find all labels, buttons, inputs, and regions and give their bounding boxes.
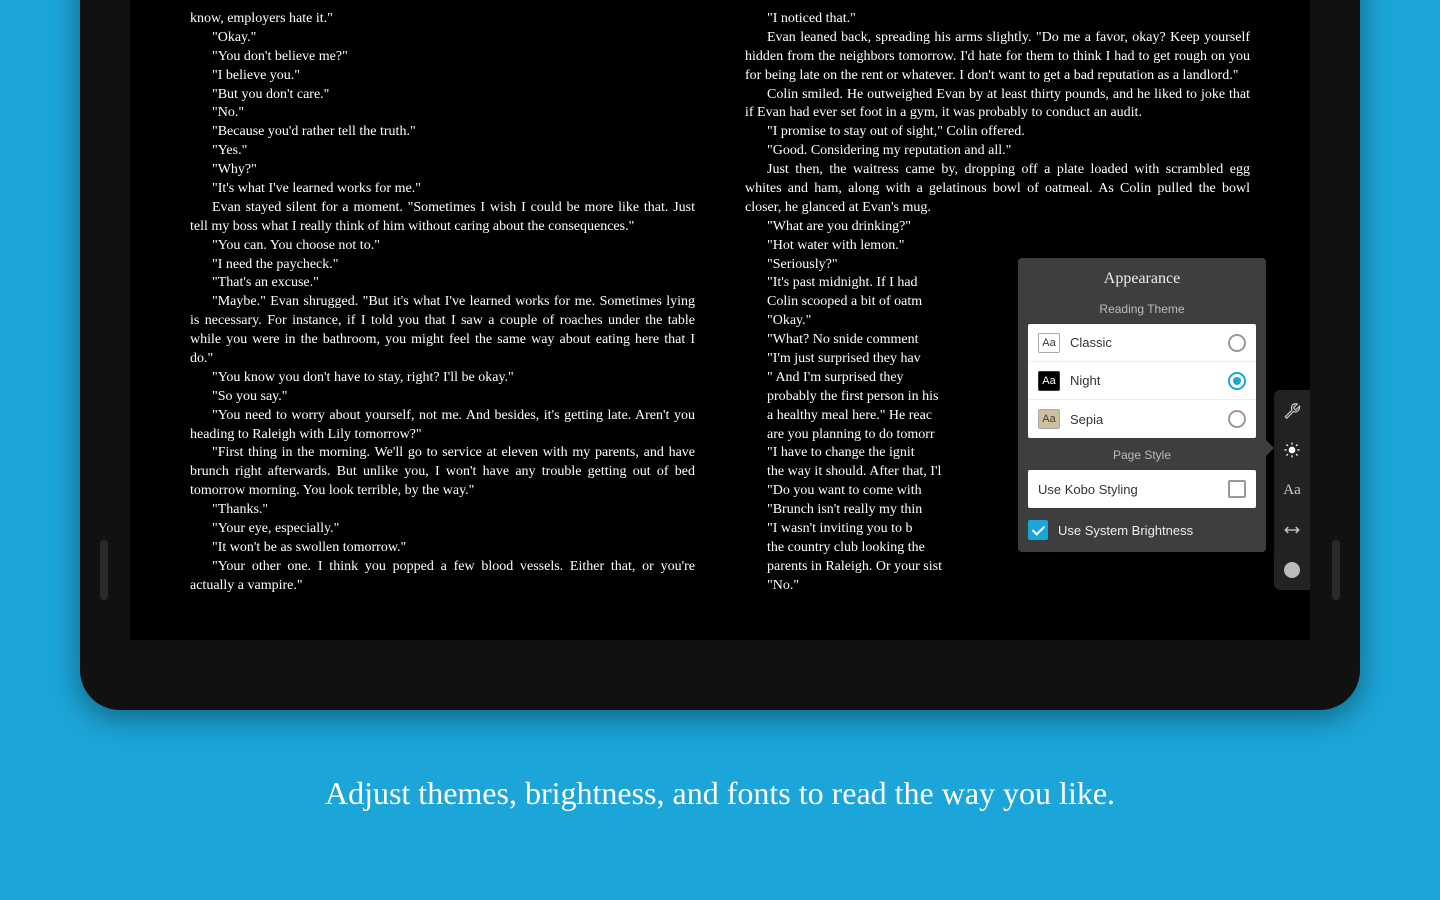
appearance-popover: Appearance Reading Theme Aa Classic Aa N… <box>1018 258 1266 552</box>
checkbox-icon <box>1228 480 1246 498</box>
circle-icon[interactable] <box>1282 560 1302 580</box>
theme-option-sepia[interactable]: Aa Sepia <box>1028 400 1256 438</box>
theme-label: Classic <box>1070 335 1228 350</box>
radio-icon <box>1228 410 1246 428</box>
checkbox-checked-icon <box>1028 520 1048 540</box>
paragraph: "Your other one. I think you popped a fe… <box>190 558 695 596</box>
paragraph: "Good. Considering my reputation and all… <box>745 142 1250 161</box>
theme-option-classic[interactable]: Aa Classic <box>1028 324 1256 362</box>
paragraph: "Yes." <box>190 142 695 161</box>
reading-theme-label: Reading Theme <box>1018 298 1266 324</box>
font-icon[interactable]: Aa <box>1282 480 1302 500</box>
paragraph: "Your eye, especially." <box>190 520 695 539</box>
toggle-label: Use System Brightness <box>1058 523 1193 538</box>
paragraph: "Okay." <box>190 29 695 48</box>
speaker-grille <box>1332 540 1340 600</box>
paragraph: "Thanks." <box>190 501 695 520</box>
paragraph: "But you don't care." <box>190 86 695 105</box>
paragraph: "That's an excuse." <box>190 274 695 293</box>
speaker-grille <box>100 540 108 600</box>
toggle-label: Use Kobo Styling <box>1038 482 1228 497</box>
paragraph: "I promise to stay out of sight," Colin … <box>745 123 1250 142</box>
promo-tagline: Adjust themes, brightness, and fonts to … <box>0 775 1440 812</box>
theme-option-night[interactable]: Aa Night <box>1028 362 1256 400</box>
paragraph: "Hot water with lemon." <box>745 237 1250 256</box>
settings-sidebar: Aa <box>1274 390 1310 590</box>
paragraph: Evan leaned back, spreading his arms sli… <box>745 29 1250 86</box>
theme-swatch-icon: Aa <box>1038 409 1060 429</box>
paragraph: "Because you'd rather tell the truth." <box>190 123 695 142</box>
paragraph: "You can. You choose not to." <box>190 237 695 256</box>
theme-label: Night <box>1070 373 1228 388</box>
theme-list: Aa Classic Aa Night Aa Sepia <box>1028 324 1256 438</box>
radio-icon <box>1228 334 1246 352</box>
reader-screen: See Me CHAPTER 1: Colin - 3 of 8 know, e… <box>130 0 1310 640</box>
paragraph: "No." <box>190 104 695 123</box>
paragraph: "Maybe." Evan shrugged. "But it's what I… <box>190 293 695 369</box>
brightness-icon[interactable] <box>1282 440 1302 460</box>
paragraph: "You need to worry about yourself, not m… <box>190 407 695 445</box>
page-style-label: Page Style <box>1018 438 1266 470</box>
paragraph: "It's what I've learned works for me." <box>190 180 695 199</box>
wrench-icon[interactable] <box>1282 400 1302 420</box>
paragraph: "No." <box>745 577 1250 596</box>
paragraph: Colin smiled. He outweighed Evan by at l… <box>745 86 1250 124</box>
paragraph: know, employers hate it." <box>190 10 695 29</box>
paragraph: "It won't be as swollen tomorrow." <box>190 539 695 558</box>
radio-icon <box>1228 372 1246 390</box>
paragraph: "I believe you." <box>190 67 695 86</box>
paragraph: "First thing in the morning. We'll go to… <box>190 444 695 501</box>
use-system-brightness-toggle[interactable]: Use System Brightness <box>1018 518 1266 552</box>
paragraph: parents in Raleigh. Or your sist <box>745 558 1250 577</box>
paragraph: Just then, the waitress came by, droppin… <box>745 161 1250 218</box>
theme-label: Sepia <box>1070 412 1228 427</box>
theme-swatch-icon: Aa <box>1038 333 1060 353</box>
paragraph: "You don't believe me?" <box>190 48 695 67</box>
use-kobo-styling-toggle[interactable]: Use Kobo Styling <box>1028 470 1256 508</box>
paragraph: "I need the paycheck." <box>190 256 695 275</box>
paragraph: "So you say." <box>190 388 695 407</box>
theme-swatch-icon: Aa <box>1038 371 1060 391</box>
paragraph: "What are you drinking?" <box>745 218 1250 237</box>
paragraph: "I noticed that." <box>745 10 1250 29</box>
popover-title: Appearance <box>1018 258 1266 298</box>
paragraph: "You know you don't have to stay, right?… <box>190 369 695 388</box>
left-page[interactable]: know, employers hate it.""Okay.""You don… <box>190 10 695 596</box>
tablet-frame: See Me CHAPTER 1: Colin - 3 of 8 know, e… <box>80 0 1360 710</box>
width-icon[interactable] <box>1282 520 1302 540</box>
paragraph: "Why?" <box>190 161 695 180</box>
paragraph: Evan stayed silent for a moment. "Someti… <box>190 199 695 237</box>
